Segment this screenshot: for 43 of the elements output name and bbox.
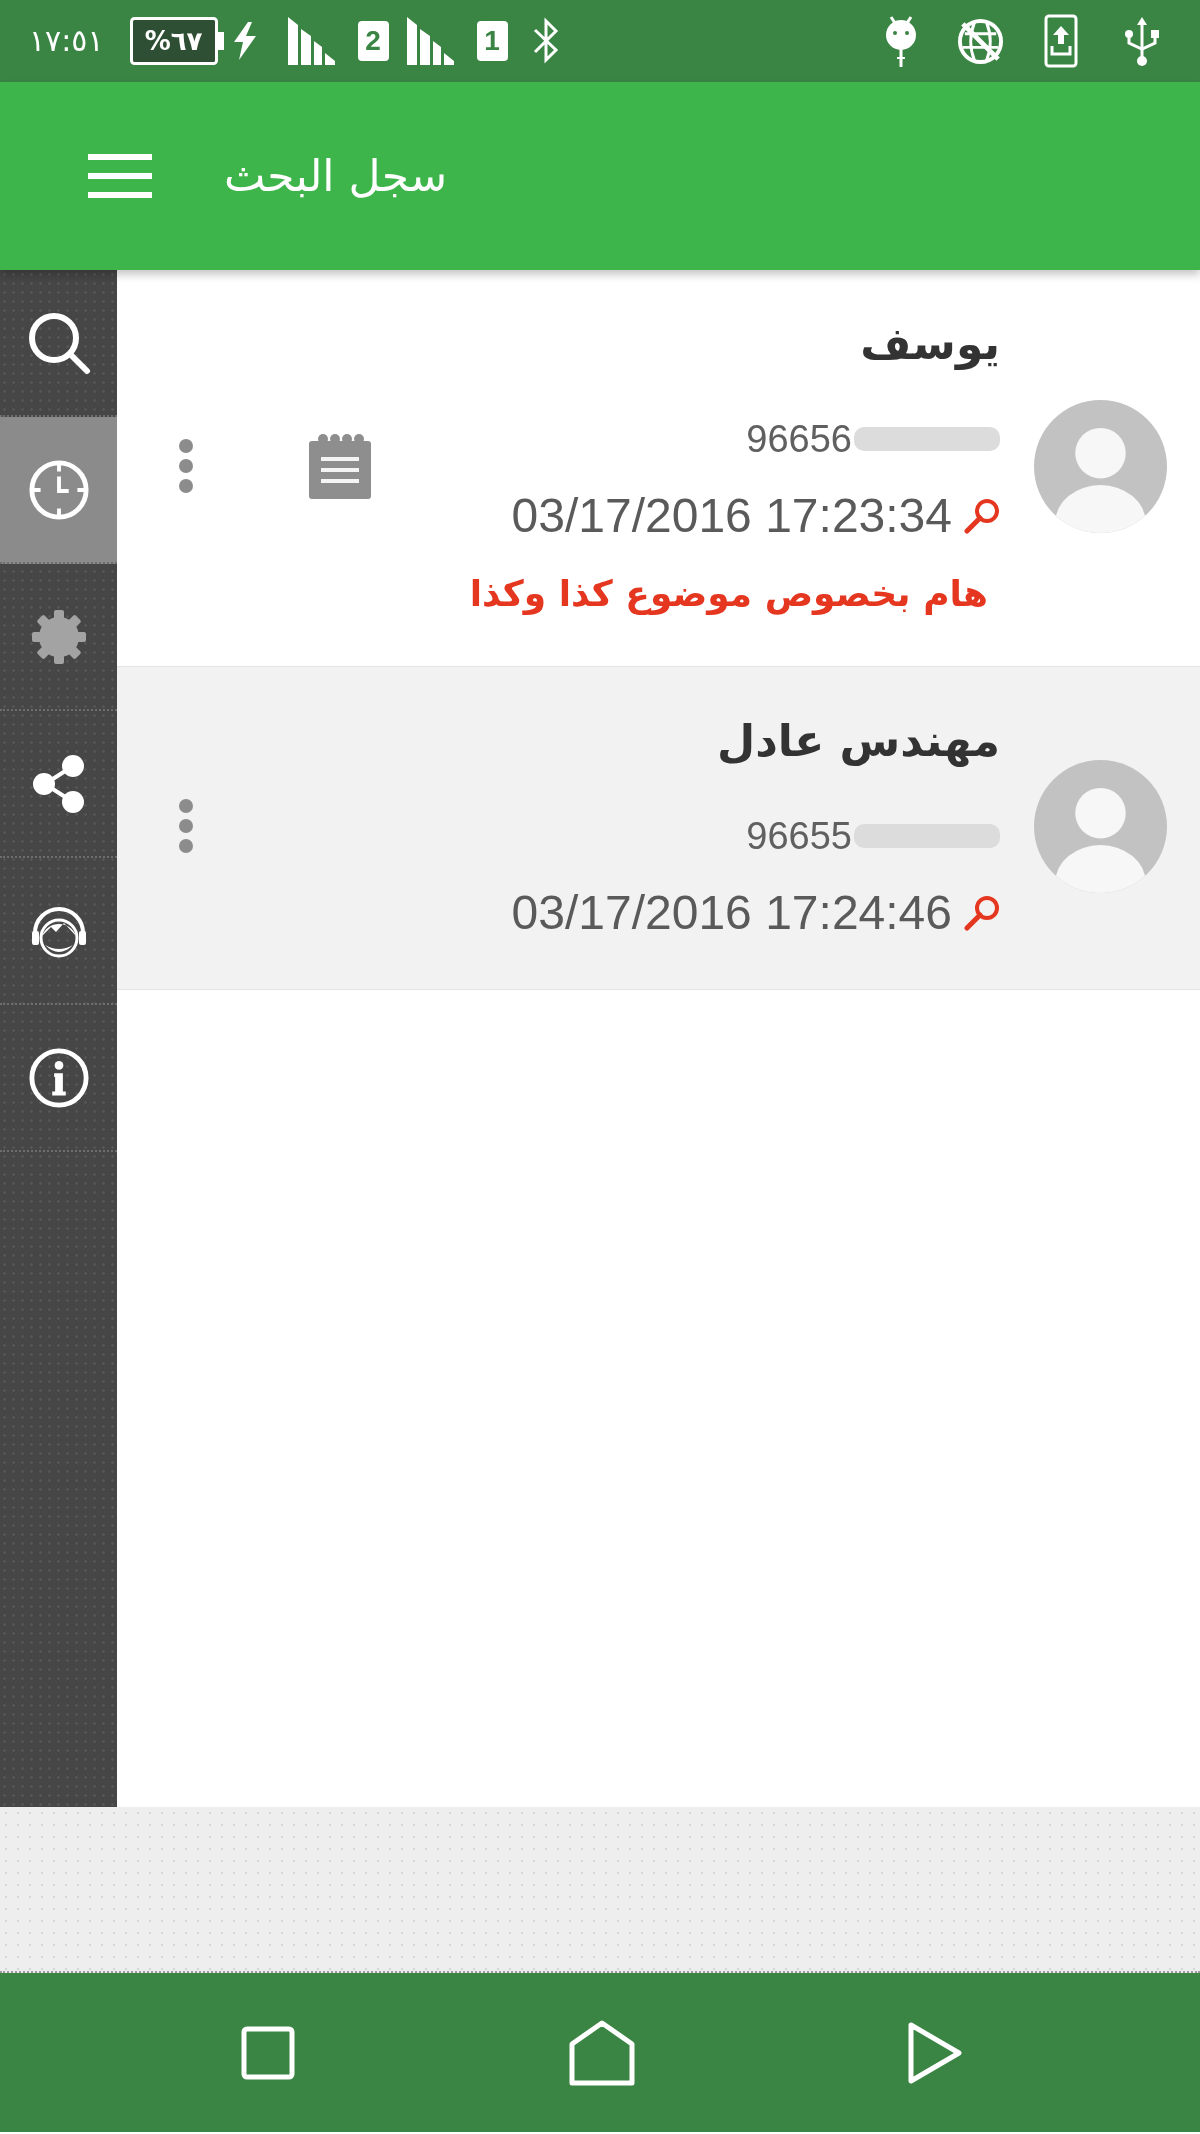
settings-icon [31,609,86,664]
signal-icon [287,17,336,65]
bluetooth-icon [531,17,560,65]
clock-icon [27,458,90,521]
more-options-icon [179,799,193,853]
phone-upload-icon [1044,14,1078,68]
sim-number: 2 [357,21,389,61]
status-time: ١٧:٥١ [29,22,104,60]
battery-percent: %٦٧ [144,25,203,57]
menu-button[interactable] [88,154,152,198]
share-icon [32,754,85,813]
android-bug-icon [884,15,918,67]
avatar-icon [1034,399,1167,533]
more-options-button[interactable] [179,439,193,493]
info-icon [27,1046,90,1109]
notepad-icon [309,433,371,499]
more-options-button[interactable] [179,799,193,853]
more-options-icon [179,439,193,493]
home-button[interactable] [569,2019,635,2086]
avatar-icon [1034,759,1167,893]
phone-number: 96656 [746,419,852,459]
menu-icon [88,154,152,198]
search-icon [964,895,1000,931]
search-timestamp: 03/17/2016 17:23:34 [511,490,952,542]
recent-apps-button[interactable] [241,2025,295,2080]
signal-icon [406,17,455,65]
home-icon [569,2019,635,2086]
usb-icon [1124,15,1160,67]
search-icon [964,498,1000,534]
search-timestamp: 03/17/2016 17:24:46 [511,887,952,939]
back-button[interactable] [907,2020,963,2085]
recent-apps-icon [241,2025,295,2080]
contact-name: يوسف [860,317,1000,372]
search-icon [26,310,91,375]
phone-number: 96655 [746,816,852,856]
sim-number: 1 [476,21,508,61]
battery-icon [129,17,224,65]
back-icon [907,2020,963,2085]
note-text: هام بخصوص موضوع كذا وكذا [469,572,988,616]
contact-name: مهندس عادل [716,714,1000,769]
charging-bolt-icon [231,22,258,60]
globe-slash-icon [957,17,1004,65]
screen-title: سجل البحث [224,149,448,203]
